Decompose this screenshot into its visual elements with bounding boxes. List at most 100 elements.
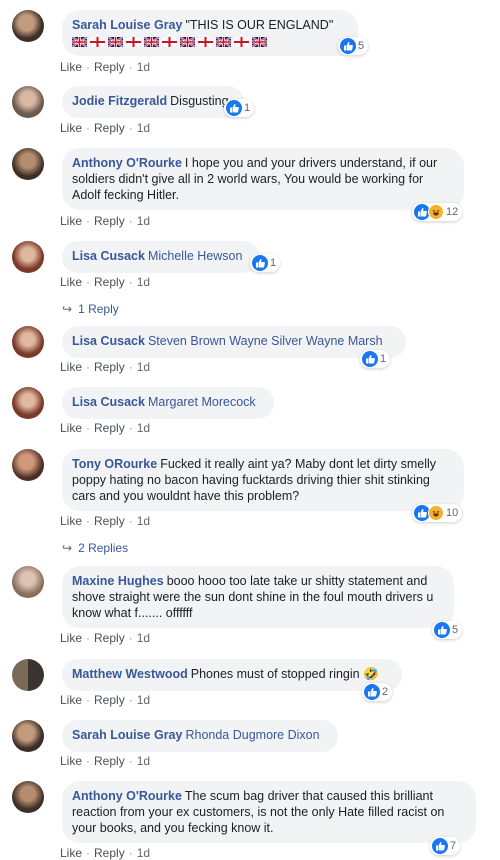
reaction-summary[interactable]: 1 [250,254,281,272]
tagged-user[interactable]: Rhonda Dugmore Dixon [185,728,319,742]
reply-link[interactable]: Reply [94,275,125,289]
reaction-summary[interactable]: 5 [432,621,463,639]
like-icon [364,684,380,700]
comment-bubble: Lisa Cusack Michelle Hewson [62,241,260,273]
comment-author[interactable]: Sarah Louise Gray [72,18,182,32]
like-link[interactable]: Like [60,514,82,528]
reply-link[interactable]: Reply [94,360,125,374]
haha-icon [428,505,444,521]
timestamp[interactable]: 1d [137,514,150,528]
comment-actions: Like · Reply · 1d [60,514,151,528]
like-link[interactable]: Like [60,754,82,768]
reply-link[interactable]: Reply [94,121,125,135]
comment-actions: Like · Reply · 1d [60,121,151,135]
tagged-user[interactable]: Steven Brown Wayne Silver Wayne Marsh [148,334,383,348]
reaction-count: 12 [446,206,459,218]
like-icon [362,351,378,367]
reply-link[interactable]: Reply [94,754,125,768]
tagged-user[interactable]: Michelle Hewson [148,249,242,263]
reply-link[interactable]: Reply [94,214,125,228]
comment-author[interactable]: Matthew Westwood [72,667,188,681]
avatar[interactable] [12,241,44,273]
reaction-summary[interactable]: 2 [362,683,393,701]
avatar[interactable] [12,720,44,752]
comment-author[interactable]: Maxine Hughes [72,574,164,588]
uk-flag-icon [72,37,87,48]
reply-arrow-icon: ↪ [62,302,73,316]
like-link[interactable]: Like [60,693,82,707]
like-link[interactable]: Like [60,60,82,74]
reaction-summary[interactable]: 1 [360,350,391,368]
like-link[interactable]: Like [60,631,82,645]
tagged-user[interactable]: Margaret Morecock [148,395,256,409]
reply-link[interactable]: Reply [94,60,125,74]
like-link[interactable]: Like [60,275,82,289]
comment-bubble: Lisa Cusack Margaret Morecock [62,387,274,419]
like-icon [226,100,242,116]
reply-link[interactable]: Reply [94,693,125,707]
like-icon [252,255,268,271]
avatar[interactable] [12,781,44,813]
timestamp[interactable]: 1d [137,275,150,289]
timestamp[interactable]: 1d [137,121,150,135]
timestamp[interactable]: 1d [137,360,150,374]
comment-text: Phones must of stopped ringin [190,667,360,681]
like-link[interactable]: Like [60,121,82,135]
uk-flag-icon [180,37,195,48]
reaction-summary[interactable]: 12 [412,203,463,221]
reaction-summary[interactable]: 10 [412,504,463,522]
reply-arrow-icon: ↪ [62,541,73,555]
view-replies-link[interactable]: ↪ 1 Reply [62,302,119,316]
avatar[interactable] [12,86,44,118]
comment-author[interactable]: Jodie Fitzgerald [72,94,167,108]
comment-author[interactable]: Tony ORourke [72,457,157,471]
uk-flag-icon [144,37,159,48]
reaction-count: 2 [382,686,389,698]
view-replies-link[interactable]: ↪ 2 Replies [62,541,128,555]
reply-link[interactable]: Reply [94,514,125,528]
comment-author[interactable]: Anthony O'Rourke [72,789,182,803]
england-flag-icon [162,37,177,48]
comment-bubble: Lisa Cusack Steven Brown Wayne Silver Way… [62,326,406,358]
reaction-summary[interactable]: 5 [338,37,369,55]
like-link[interactable]: Like [60,846,82,860]
timestamp[interactable]: 1d [137,693,150,707]
avatar[interactable] [12,148,44,180]
haha-icon [428,204,444,220]
timestamp[interactable]: 1d [137,60,150,74]
comment-text: Disgusting [170,94,229,108]
avatar[interactable] [12,449,44,481]
comment-author[interactable]: Sarah Louise Gray [72,728,182,742]
avatar[interactable] [12,10,44,42]
comment-bubble: Anthony O'Rourke I hope you and your driv… [62,148,464,210]
comment-author[interactable]: Lisa Cusack [72,249,145,263]
reply-link[interactable]: Reply [94,421,125,435]
reaction-summary[interactable]: 7 [430,837,461,855]
avatar[interactable] [12,326,44,358]
like-link[interactable]: Like [60,421,82,435]
reaction-count: 1 [380,353,387,365]
reaction-summary[interactable]: 1 [224,99,255,117]
avatar[interactable] [12,659,44,691]
timestamp[interactable]: 1d [137,631,150,645]
reaction-count: 7 [450,840,457,852]
timestamp[interactable]: 1d [137,754,150,768]
england-flag-icon [126,37,141,48]
timestamp[interactable]: 1d [137,214,150,228]
reply-link[interactable]: Reply [94,846,125,860]
reply-link[interactable]: Reply [94,631,125,645]
like-link[interactable]: Like [60,360,82,374]
avatar[interactable] [12,566,44,598]
comment-author[interactable]: Lisa Cusack [72,334,145,348]
comment-text: "THIS IS OUR ENGLAND" [185,18,334,32]
comment-actions: Like · Reply · 1d [60,754,151,768]
england-flag-icon [198,37,213,48]
avatar[interactable] [12,387,44,419]
timestamp[interactable]: 1d [137,846,150,860]
reaction-count: 5 [358,40,365,52]
comment-author[interactable]: Anthony O'Rourke [72,156,182,170]
comment-actions: Like · Reply · 1d [60,275,151,289]
like-link[interactable]: Like [60,214,82,228]
comment-author[interactable]: Lisa Cusack [72,395,145,409]
timestamp[interactable]: 1d [137,421,150,435]
